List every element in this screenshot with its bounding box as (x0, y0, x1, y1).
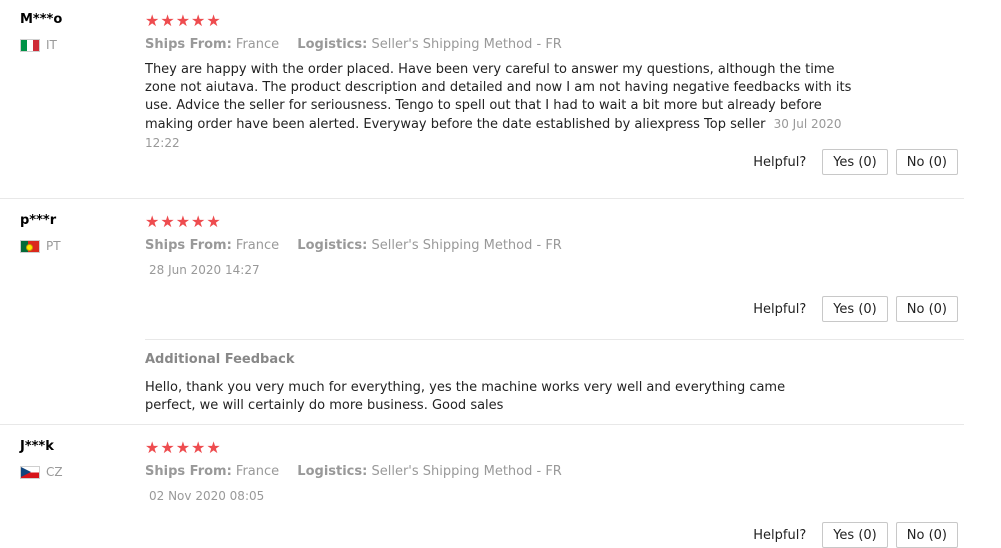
additional-feedback-title: Additional Feedback (145, 352, 295, 367)
logistics-label: Logistics: (297, 238, 368, 253)
helpful-controls: Helpful? Yes (0) No (0) (753, 149, 958, 175)
star-rating: ★★★★★ (145, 212, 222, 231)
flag-czech-icon (20, 465, 40, 479)
ships-from-value: France (235, 37, 280, 52)
logistics-label: Logistics: (297, 464, 368, 479)
logistics-value: Seller's Shipping Method - FR (371, 37, 562, 52)
logistics-value: Seller's Shipping Method - FR (371, 238, 562, 253)
star-rating: ★★★★★ (145, 11, 222, 30)
helpful-label: Helpful? (753, 527, 807, 543)
reviewer-country: PT (20, 239, 61, 253)
helpful-label: Helpful? (753, 301, 807, 317)
review-date: 02 Nov 2020 08:05 (149, 489, 265, 503)
additional-feedback-text: Hello, thank you very much for everythin… (145, 380, 786, 413)
helpful-controls: Helpful? Yes (0) No (0) (753, 522, 958, 548)
ships-from-value: France (235, 238, 280, 253)
review-divider (0, 424, 964, 425)
logistics-value: Seller's Shipping Method - FR (371, 464, 562, 479)
ships-from-label: Ships From: (145, 238, 232, 253)
additional-feedback-divider (145, 339, 964, 340)
ships-from-label: Ships From: (145, 37, 232, 52)
country-code: CZ (46, 465, 63, 479)
reviewer-country: CZ (20, 465, 63, 479)
ships-from-label: Ships From: (145, 464, 232, 479)
review-date: 28 Jun 2020 14:27 (149, 263, 260, 277)
flag-portugal-icon (20, 239, 40, 253)
shipping-info: Ships From: France Logistics: Seller's S… (145, 238, 562, 253)
helpful-controls: Helpful? Yes (0) No (0) (753, 296, 958, 322)
helpful-no-button[interactable]: No (0) (895, 296, 958, 322)
helpful-yes-button[interactable]: Yes (0) (822, 522, 888, 548)
reviewer-name: p***r (20, 213, 57, 228)
helpful-yes-button[interactable]: Yes (0) (822, 149, 888, 175)
review-divider (0, 198, 964, 199)
ships-from-value: France (235, 464, 280, 479)
helpful-label: Helpful? (753, 154, 807, 170)
shipping-info: Ships From: France Logistics: Seller's S… (145, 37, 562, 52)
star-rating: ★★★★★ (145, 438, 222, 457)
review-body: They are happy with the order placed. Ha… (145, 62, 852, 132)
helpful-yes-button[interactable]: Yes (0) (822, 296, 888, 322)
reviewer-name: J***k (20, 439, 54, 454)
reviewer-name: M***o (20, 12, 63, 27)
reviewer-country: IT (20, 38, 57, 52)
flag-italy-icon (20, 38, 40, 52)
country-code: IT (46, 38, 57, 52)
helpful-no-button[interactable]: No (0) (895, 522, 958, 548)
shipping-info: Ships From: France Logistics: Seller's S… (145, 464, 562, 479)
helpful-no-button[interactable]: No (0) (895, 149, 958, 175)
review-text: They are happy with the order placed. Ha… (145, 61, 855, 153)
logistics-label: Logistics: (297, 37, 368, 52)
country-code: PT (46, 239, 61, 253)
